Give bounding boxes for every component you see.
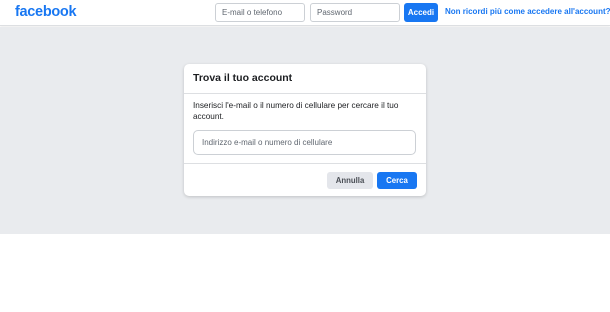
dialog-title: Trova il tuo account: [193, 72, 293, 84]
email-or-phone-input[interactable]: [215, 3, 305, 22]
dialog-footer: Annulla Cerca: [184, 163, 426, 196]
login-button[interactable]: Accedi: [404, 3, 438, 22]
dialog-header: Trova il tuo account: [184, 64, 426, 94]
cancel-button[interactable]: Annulla: [327, 172, 373, 189]
account-search-input[interactable]: [193, 130, 416, 155]
password-input[interactable]: [310, 3, 400, 22]
facebook-logo[interactable]: facebook: [15, 4, 77, 20]
search-button[interactable]: Cerca: [377, 172, 417, 189]
top-navigation-bar: facebook Accedi Non ricordi più come acc…: [0, 0, 610, 26]
forgot-account-link[interactable]: Non ricordi più come accedere all'accoun…: [445, 7, 610, 16]
dialog-instructions: Inserisci l'e-mail o il numero di cellul…: [193, 101, 399, 121]
find-account-dialog: Trova il tuo account Inserisci l'e-mail …: [184, 64, 426, 196]
